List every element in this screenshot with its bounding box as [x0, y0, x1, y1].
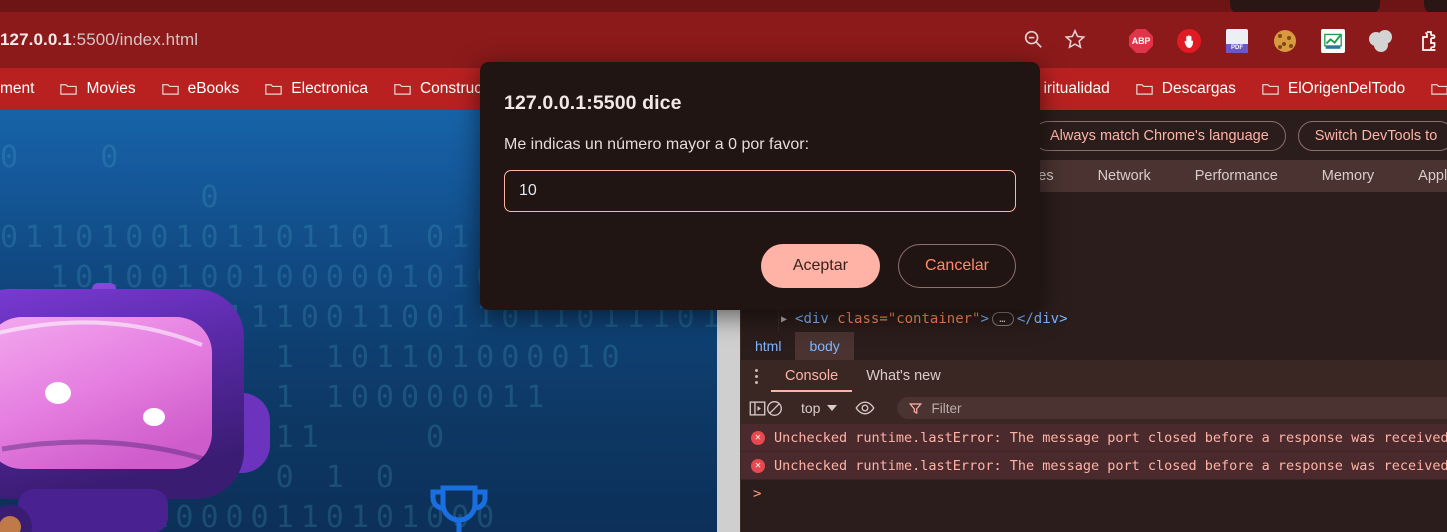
- breadcrumb-body[interactable]: body: [795, 332, 854, 360]
- stop-hand-icon[interactable]: [1176, 28, 1202, 54]
- execution-context-label: top: [801, 400, 821, 416]
- bookmark-item[interactable]: eBooks: [149, 68, 253, 110]
- adblock-plus-icon[interactable]: ABP: [1128, 28, 1154, 54]
- chevron-down-icon: [827, 405, 838, 411]
- dom-tag-open: <div: [795, 311, 829, 327]
- prompt-symbol: >: [753, 486, 762, 502]
- folder-icon: [1431, 84, 1447, 95]
- console-drawer-tabs: Console What's new: [741, 360, 1447, 392]
- console-message-row[interactable]: ✕ Unchecked runtime.lastError: The messa…: [741, 424, 1447, 452]
- bookmark-label: iritualidad: [1043, 80, 1110, 97]
- javascript-prompt-dialog: 127.0.0.1:5500 dice Me indicas un número…: [480, 62, 1040, 310]
- bookmark-label: eBooks: [187, 80, 240, 97]
- dom-tag-close: </div>: [1016, 311, 1068, 327]
- dom-attr-value: "container": [887, 311, 981, 327]
- folder-icon: [265, 84, 283, 95]
- dom-attr-name: class=: [837, 311, 888, 327]
- tab-console[interactable]: Console: [771, 360, 852, 392]
- folder-icon: [1136, 84, 1153, 95]
- dom-gt: >: [980, 311, 989, 327]
- bookmark-star-icon[interactable]: [1064, 28, 1086, 50]
- sidebar-toggle-icon[interactable]: [749, 392, 766, 424]
- bookmark-label: Descargas: [1161, 80, 1236, 97]
- always-match-language-button[interactable]: Always match Chrome's language: [1033, 121, 1286, 151]
- cookie-icon[interactable]: [1272, 28, 1298, 54]
- bookmark-item[interactable]: Electronica: [252, 68, 381, 110]
- folder-icon: [161, 84, 179, 95]
- gray-cluster-icon[interactable]: [1368, 28, 1394, 54]
- console-toolbar: top Filter: [741, 392, 1447, 424]
- dom-collapsed-ellipsis-icon[interactable]: …: [991, 312, 1014, 326]
- console-filter-input[interactable]: Filter: [897, 397, 1447, 419]
- tab-memory[interactable]: Memory: [1300, 168, 1396, 184]
- switch-devtools-language-button[interactable]: Switch DevTools to: [1297, 121, 1447, 151]
- filter-icon: [909, 402, 923, 414]
- mail-checker-icon[interactable]: [1320, 28, 1346, 54]
- url-path: :5500/index.html: [71, 30, 199, 49]
- accept-button[interactable]: Aceptar: [760, 244, 880, 288]
- url-host: 127.0.0.1: [0, 30, 72, 49]
- browser-window: 127.0.0.1:5500/index.html ABP PDF ment M…: [0, 0, 1447, 532]
- url-text: 127.0.0.1:5500/index.html: [0, 30, 198, 50]
- expand-triangle-icon[interactable]: ▶: [781, 314, 787, 325]
- zoom-out-icon[interactable]: [1022, 28, 1044, 50]
- clear-console-icon[interactable]: [766, 392, 783, 424]
- more-options-icon[interactable]: [741, 368, 771, 384]
- puzzle-piece-icon[interactable]: [1416, 28, 1442, 54]
- execution-context-selector[interactable]: top: [797, 400, 841, 416]
- console-message-text: Unchecked runtime.lastError: The message…: [774, 429, 1447, 446]
- tab-strip: [0, 0, 1447, 14]
- bookmark-label: Movies: [86, 80, 136, 97]
- dialog-actions: Aceptar Cancelar: [504, 244, 1016, 288]
- error-icon: ✕: [751, 430, 765, 445]
- tab-application[interactable]: Application: [1396, 168, 1447, 184]
- bookmark-item[interactable]: Movies: [47, 68, 148, 110]
- breadcrumb: html body: [741, 332, 1447, 360]
- filter-placeholder: Filter: [931, 400, 962, 416]
- console-output: ✕ Unchecked runtime.lastError: The messa…: [741, 424, 1447, 532]
- folder-icon: [60, 84, 78, 95]
- bookmark-label: ElOrigenDelTodo: [1287, 80, 1406, 97]
- bookmark-item[interactable]: ElOrigenDelTodo: [1249, 68, 1418, 110]
- console-prompt[interactable]: >: [741, 480, 1447, 508]
- bookmark-label: ment: [0, 80, 35, 97]
- bookmark-item[interactable]: [1418, 68, 1447, 110]
- folder-icon: [1262, 84, 1279, 95]
- console-message-text: Unchecked runtime.lastError: The message…: [774, 457, 1447, 474]
- trophy-icon: [430, 485, 488, 532]
- tab-whats-new[interactable]: What's new: [852, 360, 955, 392]
- extension-icons: ABP PDF: [1128, 28, 1442, 54]
- console-message-row[interactable]: ✕ Unchecked runtime.lastError: The messa…: [741, 452, 1447, 480]
- tab-performance[interactable]: Performance: [1173, 168, 1300, 184]
- prompt-input[interactable]: [504, 170, 1016, 212]
- dialog-message: Me indicas un número mayor a 0 por favor…: [504, 136, 810, 153]
- bookmark-item[interactable]: Descargas: [1123, 68, 1249, 110]
- dialog-title: 127.0.0.1:5500 dice: [504, 92, 682, 114]
- bookmark-item[interactable]: ment: [0, 68, 47, 110]
- breadcrumb-html[interactable]: html: [741, 332, 795, 360]
- pdf-icon[interactable]: PDF: [1224, 28, 1250, 54]
- robot-illustration: [0, 283, 270, 532]
- omnibox-actions: [1022, 28, 1086, 50]
- error-icon: ✕: [751, 458, 765, 473]
- address-bar[interactable]: 127.0.0.1:5500/index.html: [0, 20, 1110, 60]
- tab-network[interactable]: Network: [1076, 168, 1173, 184]
- live-expression-icon[interactable]: [855, 392, 875, 424]
- cancel-button[interactable]: Cancelar: [897, 244, 1016, 288]
- browser-toolbar: 127.0.0.1:5500/index.html ABP PDF: [0, 12, 1447, 68]
- bookmark-label: Electronica: [291, 80, 368, 97]
- folder-icon: [394, 84, 411, 95]
